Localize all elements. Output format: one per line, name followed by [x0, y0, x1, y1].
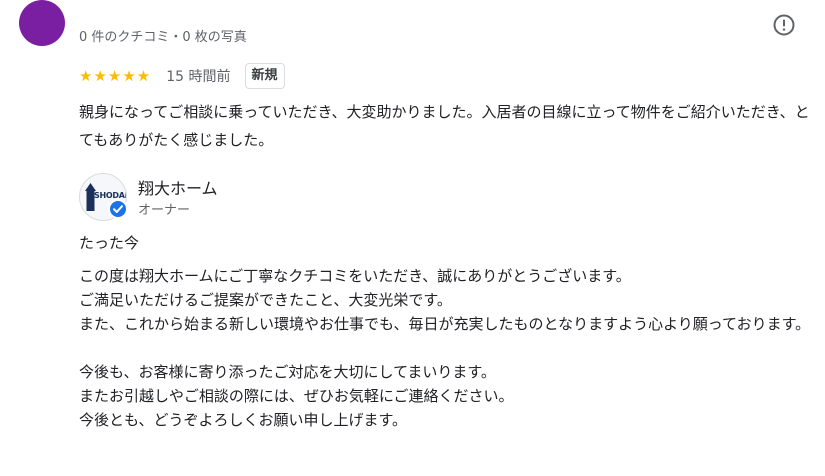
reply-time: たった今 [79, 234, 140, 252]
reviewer-avatar[interactable] [19, 0, 65, 46]
reply-line: またお引越しやご相談の際には、ぜひお気軽にご連絡ください。 [79, 387, 514, 405]
reply-line: 今後とも、どうぞよろしくお願い申し上げます。 [79, 411, 408, 429]
reviewer-stats: 0 件のクチコミ・0 枚の写真 [79, 30, 247, 45]
owner-name: 翔大ホーム [138, 179, 218, 198]
owner-role: オーナー [138, 203, 191, 218]
rating-row: ★★★★★ 15 時間前 新規 [79, 62, 285, 90]
new-badge: 新規 [244, 63, 285, 89]
verified-check-icon [108, 199, 128, 219]
report-flag-icon[interactable] [771, 12, 797, 38]
owner-reply-text: この度は翔大ホームにご丁寧なクチコミをいただき、誠にありがとうございます。 ご満… [79, 264, 819, 432]
review-text: 親身になってご相談に乗っていただき、大変助かりました。入居者の目線に立って物件を… [79, 103, 810, 149]
logo-text: SHODAI [94, 191, 127, 200]
reply-line: 今後も、お客様に寄り添ったご対応を大切にしてまいります。 [79, 363, 496, 381]
review-time: 15 時間前 [166, 69, 231, 85]
reply-line: また、これから始まる新しい環境やお仕事でも、毎日が充実したものとなりますよう心よ… [79, 315, 811, 333]
reply-line: この度は翔大ホームにご丁寧なクチコミをいただき、誠にありがとうございます。 [79, 267, 631, 285]
reply-line: ご満足いただけるご提案ができたこと、大変光栄です。 [79, 291, 452, 309]
star-rating: ★★★★★ [79, 67, 152, 85]
